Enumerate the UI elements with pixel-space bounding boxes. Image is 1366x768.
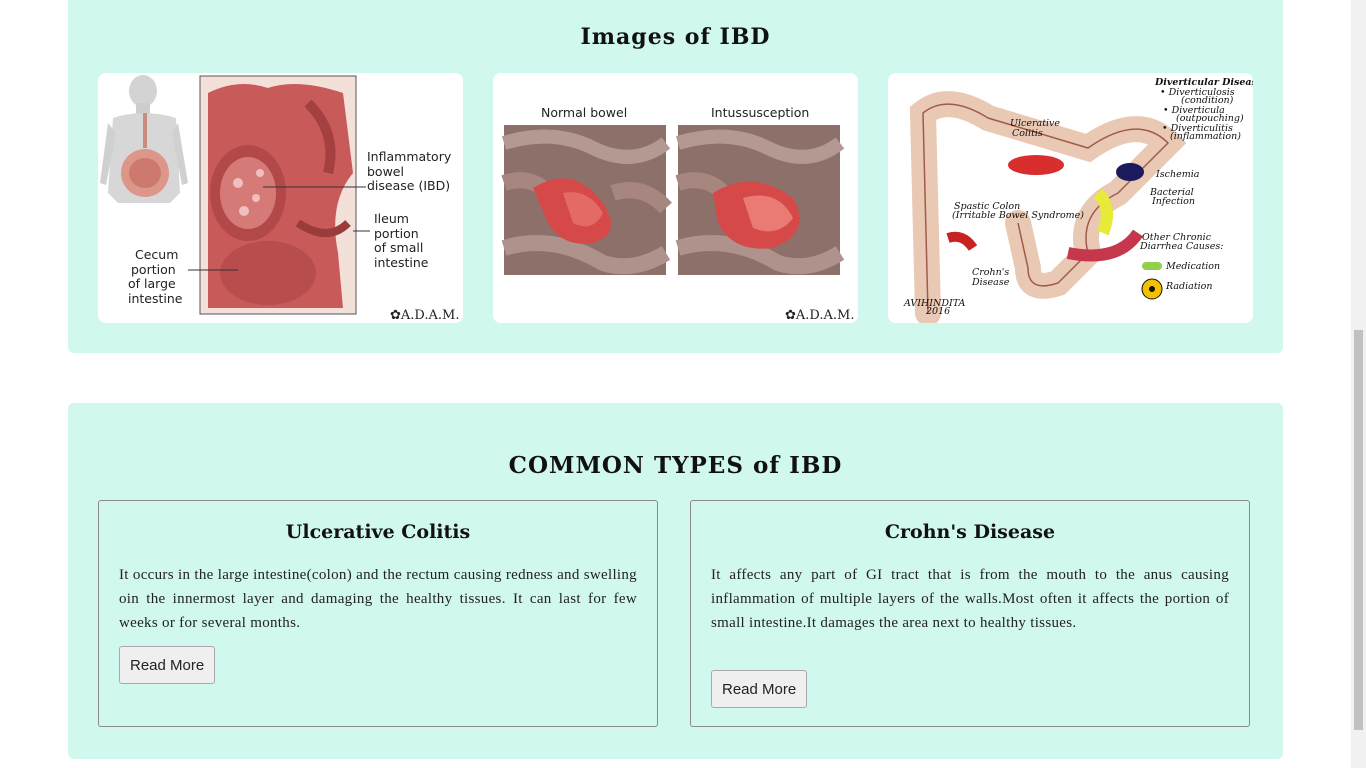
type-card-ulcerative-colitis: Ulcerative Colitis It occurs in the larg… — [98, 500, 658, 727]
svg-text:(Irritable Bowel Syndrome): (Irritable Bowel Syndrome) — [952, 210, 1084, 221]
images-section-title: Images of IBD — [580, 24, 771, 51]
svg-text:portion: portion — [374, 226, 419, 241]
types-section: COMMON TYPES of IBD Ulcerative Colitis I… — [68, 403, 1283, 759]
svg-text:Medication: Medication — [1165, 261, 1220, 272]
svg-text:of large: of large — [128, 276, 176, 291]
svg-text:(inflammation): (inflammation) — [1170, 131, 1241, 142]
svg-text:Intussusception: Intussusception — [711, 105, 809, 120]
svg-text:bowel: bowel — [367, 164, 404, 179]
intussusception-illustration: Normal bowel Intussusception ✿A.D.A.M. — [493, 73, 858, 323]
svg-text:Cecum: Cecum — [135, 247, 178, 262]
svg-text:Infection: Infection — [1151, 196, 1195, 207]
intussusception-panel — [675, 125, 845, 275]
pill-icon — [1142, 262, 1162, 270]
card-title: Crohn's Disease — [884, 521, 1056, 543]
card-title: Ulcerative Colitis — [285, 521, 471, 543]
svg-text:intestine: intestine — [374, 255, 429, 270]
svg-text:disease (IBD): disease (IBD) — [367, 178, 450, 193]
read-more-button[interactable]: Read More — [119, 646, 216, 684]
card-description: It affects any part of GI tract that is … — [711, 567, 1229, 631]
digestive-disorders-image: Diverticular Disease • Diverticulosis (c… — [888, 73, 1253, 323]
svg-text:Ischemia: Ischemia — [1155, 169, 1200, 180]
normal-bowel-panel — [501, 125, 672, 275]
ibd-anatomy-illustration: Inflammatory bowel disease (IBD) Ileum p… — [98, 73, 463, 323]
svg-text:Normal bowel: Normal bowel — [541, 105, 627, 120]
svg-text:Radiation: Radiation — [1165, 281, 1213, 292]
svg-text:portion: portion — [131, 262, 176, 277]
svg-text:Disease: Disease — [971, 277, 1010, 288]
page-scrollbar[interactable] — [1351, 0, 1366, 768]
svg-text:Diarrhea Causes:: Diarrhea Causes: — [1139, 241, 1223, 252]
svg-text:✿A.D.A.M.: ✿A.D.A.M. — [390, 308, 459, 323]
read-more-button[interactable]: Read More — [711, 670, 808, 708]
svg-text:2016: 2016 — [925, 306, 950, 317]
ibd-anatomy-image: Inflammatory bowel disease (IBD) Ileum p… — [98, 73, 463, 323]
svg-text:Inflammatory: Inflammatory — [367, 149, 452, 164]
svg-text:Ileum: Ileum — [374, 211, 409, 226]
digestive-disorders-illustration: Diverticular Disease • Diverticulosis (c… — [888, 73, 1253, 323]
intussusception-image: Normal bowel Intussusception ✿A.D.A.M. — [493, 73, 858, 323]
svg-text:Colitis: Colitis — [1012, 128, 1043, 139]
types-section-title: COMMON TYPES of IBD — [508, 452, 843, 480]
scrollbar-thumb[interactable] — [1354, 330, 1363, 730]
type-card-crohns-disease: Crohn's Disease It affects any part of G… — [690, 500, 1250, 727]
svg-text:intestine: intestine — [128, 291, 183, 306]
svg-text:of small: of small — [374, 240, 423, 255]
svg-text:✿A.D.A.M.: ✿A.D.A.M. — [785, 308, 854, 323]
images-section: Images of IBD Inflammatory bowel disease… — [68, 0, 1283, 353]
card-description: It occurs in the large intestine(colon) … — [119, 567, 637, 631]
